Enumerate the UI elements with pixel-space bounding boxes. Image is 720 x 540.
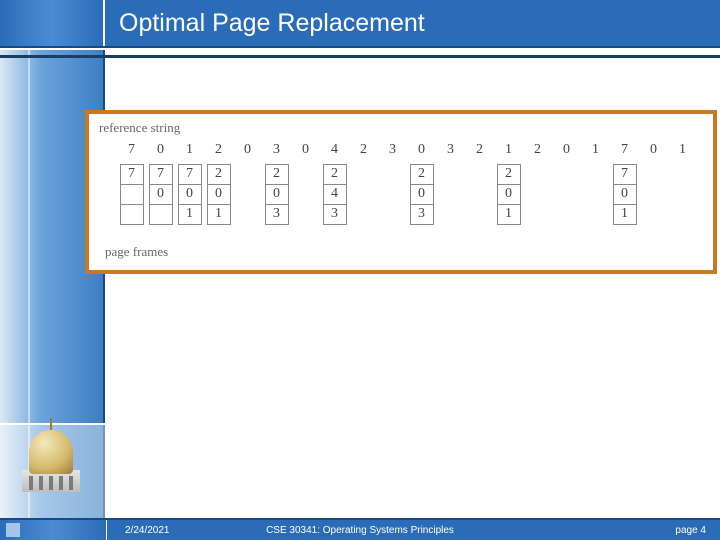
frame-cell: 0 <box>497 185 521 205</box>
frame-cell: 0 <box>149 185 173 205</box>
footer-accent <box>0 520 107 540</box>
ref-value: 7 <box>117 142 146 158</box>
frame-cell: 1 <box>613 205 637 225</box>
footer-course: CSE 30341: Operating Systems Principles <box>266 525 454 536</box>
footer-page-number: page 4 <box>675 525 706 536</box>
frame-cell: 1 <box>497 205 521 225</box>
slide-footer: 2/24/2021 CSE 30341: Operating Systems P… <box>0 518 720 540</box>
ref-value: 2 <box>465 142 494 158</box>
frame-cell: 2 <box>410 165 434 185</box>
reference-string-row: 70120304230321201701 <box>97 142 705 158</box>
frame-column: 201 <box>494 164 523 234</box>
frame-cell: 3 <box>265 205 289 225</box>
ref-value: 1 <box>581 142 610 158</box>
frame-cell: 3 <box>323 205 347 225</box>
frame-cell: 0 <box>207 185 231 205</box>
slide-header: Optimal Page Replacement <box>0 0 720 48</box>
ref-value: 1 <box>668 142 697 158</box>
frame-column: 243 <box>320 164 349 234</box>
frame-column: 7.. <box>117 164 146 234</box>
ref-value: 0 <box>146 142 175 158</box>
frame-column <box>233 164 262 234</box>
ref-value: 1 <box>175 142 204 158</box>
sidebar-image-panel <box>0 423 105 518</box>
ref-value: 0 <box>407 142 436 158</box>
frame-cell: 0 <box>613 185 637 205</box>
frame-cell: 3 <box>410 205 434 225</box>
frame-column <box>552 164 581 234</box>
ref-value: 0 <box>639 142 668 158</box>
ref-value: 7 <box>610 142 639 158</box>
page-frames-row: 7..70.701201203243203201701 <box>97 164 705 234</box>
frame-column: 70. <box>146 164 175 234</box>
page-replacement-figure: reference string 70120304230321201701 7.… <box>85 110 717 274</box>
frame-cell: 2 <box>265 165 289 185</box>
frame-cell: 0 <box>410 185 434 205</box>
ref-value: 2 <box>204 142 233 158</box>
frame-column <box>378 164 407 234</box>
ref-value: 3 <box>378 142 407 158</box>
frame-cell: 0 <box>178 185 202 205</box>
frame-column: 203 <box>407 164 436 234</box>
frame-column <box>436 164 465 234</box>
frame-column <box>349 164 378 234</box>
frame-stack: 7.. <box>120 164 144 225</box>
frame-cell: 2 <box>497 165 521 185</box>
frame-cell: . <box>149 205 173 225</box>
frame-column <box>668 164 697 234</box>
figure-label-top: reference string <box>99 120 705 136</box>
ref-value: 0 <box>552 142 581 158</box>
frame-cell: 2 <box>207 165 231 185</box>
frame-cell: 7 <box>120 165 144 185</box>
frame-column <box>465 164 494 234</box>
ref-value: 3 <box>262 142 291 158</box>
frame-cell: 7 <box>149 165 173 185</box>
frame-stack: 701 <box>178 164 202 225</box>
frame-cell: 2 <box>323 165 347 185</box>
frame-cell: 7 <box>178 165 202 185</box>
frame-stack: 701 <box>613 164 637 225</box>
frame-column <box>523 164 552 234</box>
frame-cell: . <box>120 185 144 205</box>
frame-stack: 203 <box>410 164 434 225</box>
frame-stack: 203 <box>265 164 289 225</box>
header-accent <box>0 0 105 46</box>
ref-value: 2 <box>349 142 378 158</box>
frame-column <box>581 164 610 234</box>
ref-value: 0 <box>233 142 262 158</box>
frame-stack: 201 <box>497 164 521 225</box>
frame-stack: 201 <box>207 164 231 225</box>
frame-column: 701 <box>610 164 639 234</box>
frame-stack: 70. <box>149 164 173 225</box>
frame-column <box>291 164 320 234</box>
frame-cell: 7 <box>613 165 637 185</box>
dome-icon <box>22 430 80 500</box>
figure-label-bottom: page frames <box>105 244 705 260</box>
frame-cell: 4 <box>323 185 347 205</box>
footer-date: 2/24/2021 <box>125 525 170 536</box>
frame-column <box>639 164 668 234</box>
footer-square-icon <box>6 523 20 537</box>
frame-stack: 243 <box>323 164 347 225</box>
slide-title: Optimal Page Replacement <box>105 0 425 47</box>
ref-value: 2 <box>523 142 552 158</box>
ref-value: 3 <box>436 142 465 158</box>
slide-body: reference string 70120304230321201701 7.… <box>107 55 720 518</box>
ref-value: 4 <box>320 142 349 158</box>
frame-column: 701 <box>175 164 204 234</box>
ref-value: 0 <box>291 142 320 158</box>
ref-value: 1 <box>494 142 523 158</box>
frame-column: 203 <box>262 164 291 234</box>
frame-cell: 1 <box>178 205 202 225</box>
frame-cell: . <box>120 205 144 225</box>
frame-cell: 0 <box>265 185 289 205</box>
frame-cell: 1 <box>207 205 231 225</box>
frame-column: 201 <box>204 164 233 234</box>
